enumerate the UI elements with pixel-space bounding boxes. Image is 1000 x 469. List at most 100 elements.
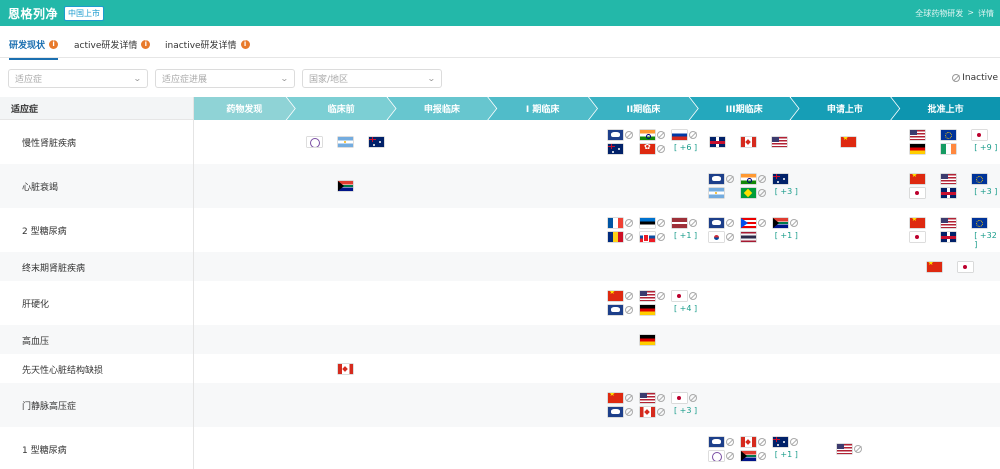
flag-us-icon[interactable] <box>910 130 926 140</box>
flag-in-icon[interactable] <box>740 174 756 184</box>
flag-cn-icon[interactable] <box>841 137 857 147</box>
flag-za-icon[interactable] <box>740 451 756 461</box>
tab-active-details[interactable]: active研发详情 i <box>74 38 151 51</box>
indication-label[interactable]: 终末期肾脏疾病 <box>22 261 85 274</box>
flag-ar-icon[interactable] <box>708 188 724 198</box>
tab-rd-status[interactable]: 研发现状 i <box>9 38 59 60</box>
flag-za-icon[interactable] <box>337 181 353 191</box>
table-row: 先天性心脏结构缺损 <box>0 354 1000 383</box>
flag-au-icon[interactable] <box>608 144 623 154</box>
flag-org-icon[interactable] <box>608 130 623 140</box>
inactive-icon <box>657 408 665 416</box>
flag-ee-icon[interactable] <box>640 218 655 228</box>
inactive-icon <box>725 233 734 241</box>
flag-lv-icon[interactable] <box>672 218 687 228</box>
flag-pr-icon[interactable] <box>740 218 756 228</box>
flag-org-icon[interactable] <box>708 218 724 228</box>
flag-jp-icon[interactable] <box>910 232 926 242</box>
flag-de-icon[interactable] <box>640 305 655 315</box>
tab-inactive-details[interactable]: inactive研发详情 i <box>165 38 250 51</box>
more-countries-link[interactable]: [ +1 ] <box>775 231 798 240</box>
flag-org-icon[interactable] <box>608 305 623 315</box>
indication-select[interactable]: 适应症 ⌄ <box>8 69 148 88</box>
table-row: 肝硬化 [ +4 ] <box>0 281 1000 325</box>
flag-de-icon[interactable] <box>910 144 926 154</box>
flag-jp-icon[interactable] <box>910 188 926 198</box>
flag-org-icon[interactable] <box>708 437 724 447</box>
flag-us-icon[interactable] <box>640 393 655 403</box>
flag-cn-icon[interactable] <box>910 174 926 184</box>
more-countries-link[interactable]: [ +1 ] <box>775 450 798 459</box>
more-countries-link[interactable]: [ +3 ] <box>674 406 697 415</box>
flag-ru-icon[interactable] <box>672 130 687 140</box>
flag-us-icon[interactable] <box>837 444 853 454</box>
inactive-icon <box>952 74 961 82</box>
info-icon[interactable]: i <box>240 40 250 49</box>
flag-tw-icon[interactable] <box>708 451 724 461</box>
flag-us-icon[interactable] <box>941 218 957 228</box>
flag-ca-icon[interactable] <box>640 407 655 417</box>
flag-cn-icon[interactable] <box>910 218 926 228</box>
info-icon[interactable]: i <box>141 40 151 49</box>
flag-eu-icon[interactable] <box>941 130 957 140</box>
indication-label[interactable]: 肝硬化 <box>22 297 49 310</box>
flag-jp-icon[interactable] <box>672 393 687 403</box>
indication-label[interactable]: 门静脉高压症 <box>22 399 76 412</box>
flag-sk-icon[interactable] <box>640 232 655 242</box>
flag-gb-icon[interactable] <box>941 188 957 198</box>
flag-org-icon[interactable] <box>708 174 724 184</box>
more-countries-link[interactable]: [ +4 ] <box>674 304 697 313</box>
inactive-icon <box>689 131 697 139</box>
flag-fr-icon[interactable] <box>608 218 623 228</box>
flag-au-icon[interactable] <box>368 137 384 147</box>
flag-eu-icon[interactable] <box>972 218 988 228</box>
flag-ie-icon[interactable] <box>941 144 957 154</box>
info-icon[interactable]: i <box>49 40 59 49</box>
indication-label[interactable]: 心脏衰竭 <box>22 180 58 193</box>
flag-jp-icon[interactable] <box>957 261 973 272</box>
indication-label[interactable]: 2 型糖尿病 <box>22 224 67 237</box>
flag-in-icon[interactable] <box>640 130 655 140</box>
flag-gb-icon[interactable] <box>941 232 957 242</box>
flag-kr-icon[interactable] <box>708 232 724 242</box>
more-countries-link[interactable]: [ +1 ] <box>674 231 697 240</box>
flag-br-icon[interactable] <box>740 188 756 198</box>
more-countries-link[interactable]: [ +3 ] <box>974 187 997 196</box>
flag-ro-icon[interactable] <box>608 232 623 242</box>
more-countries-link[interactable]: [ +3 ] <box>775 187 798 196</box>
flag-org-icon[interactable] <box>608 407 623 417</box>
flag-au-icon[interactable] <box>772 174 788 184</box>
flag-cn-icon[interactable] <box>608 393 623 403</box>
flag-cn-icon[interactable] <box>608 291 623 301</box>
flag-us-icon[interactable] <box>941 174 957 184</box>
more-countries-link[interactable]: [ +6 ] <box>674 143 697 152</box>
flag-ca-icon[interactable] <box>740 137 756 147</box>
phase-header-5: III期临床 <box>690 97 799 120</box>
breadcrumb-parent-link[interactable]: 全球药物研发 <box>915 8 963 19</box>
flag-ca-icon[interactable] <box>337 363 353 374</box>
flag-jp-icon[interactable] <box>972 130 988 140</box>
table-row: 2 型糖尿病 [ +1 ] [ +1 ] [ +32 ] <box>0 208 1000 252</box>
flag-cn-icon[interactable] <box>926 261 942 272</box>
flag-au-icon[interactable] <box>772 437 788 447</box>
indication-label[interactable]: 先天性心脏结构缺损 <box>22 363 103 376</box>
flag-gb-icon[interactable] <box>709 137 725 147</box>
progress-select[interactable]: 适应症进展 ⌄ <box>155 69 295 88</box>
indication-label[interactable]: 慢性肾脏疾病 <box>22 136 76 149</box>
flag-th-icon[interactable] <box>740 232 756 242</box>
flag-hk-icon[interactable] <box>640 144 655 154</box>
more-countries-link[interactable]: [ +9 ] <box>974 143 997 152</box>
flag-ca-icon[interactable] <box>740 437 756 447</box>
region-select[interactable]: 国家/地区 ⌄ <box>302 69 442 88</box>
flag-ar-icon[interactable] <box>337 137 353 147</box>
flag-us-icon[interactable] <box>640 291 655 301</box>
flag-eu-icon[interactable] <box>972 174 988 184</box>
indication-label[interactable]: 1 型糖尿病 <box>22 443 67 456</box>
flag-jp-icon[interactable] <box>672 291 687 301</box>
indication-label[interactable]: 高血压 <box>22 334 49 347</box>
flag-us-icon[interactable] <box>771 137 787 147</box>
more-countries-link[interactable]: [ +32 ] <box>974 231 1000 249</box>
flag-de-icon[interactable] <box>639 334 655 345</box>
flag-za-icon[interactable] <box>772 218 788 228</box>
flag-tw-icon[interactable] <box>306 137 322 147</box>
